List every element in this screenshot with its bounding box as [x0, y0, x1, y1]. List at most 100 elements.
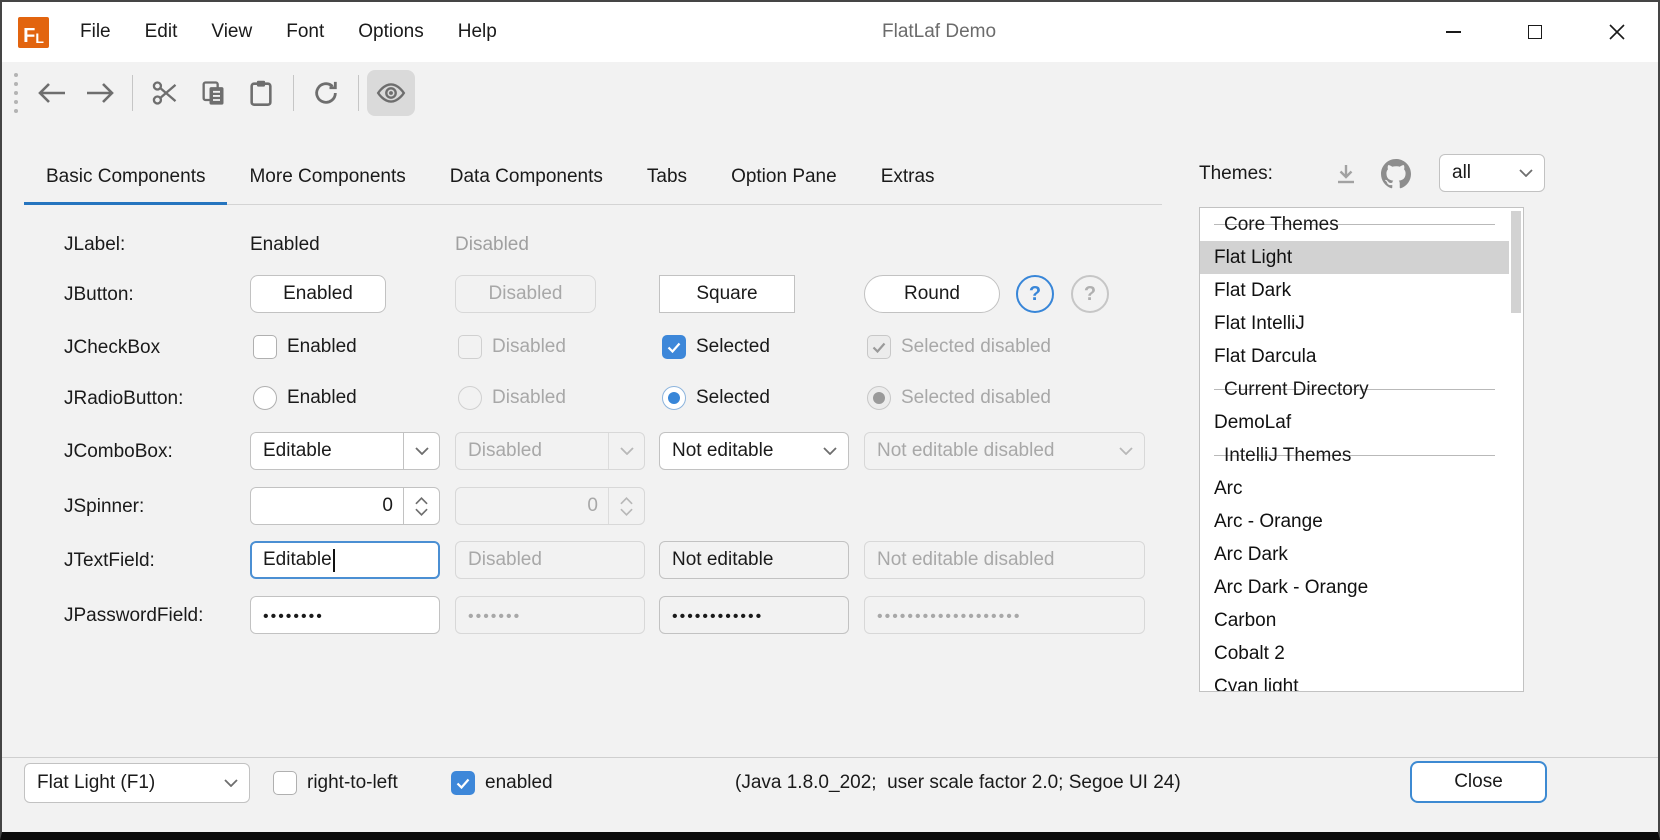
- chevron-down-icon[interactable]: [403, 433, 439, 469]
- password-dots: ••••••••: [263, 604, 324, 626]
- radio-selected-icon: [867, 386, 891, 410]
- logo-letter-f: F: [23, 24, 35, 48]
- radio-enabled[interactable]: Enabled: [253, 386, 357, 410]
- checkbox-label: Disabled: [492, 336, 566, 358]
- chevron-up-icon: [620, 497, 633, 505]
- jlabel-disabled: Disabled: [455, 234, 529, 256]
- theme-item-flat-intellij[interactable]: Flat IntelliJ: [1200, 307, 1509, 340]
- scrollbar-thumb[interactable]: [1511, 211, 1521, 313]
- square-button[interactable]: Square: [659, 275, 795, 313]
- minimize-button[interactable]: [1412, 2, 1494, 62]
- forward-button[interactable]: [76, 70, 124, 116]
- theme-item-arc-dark[interactable]: Arc Dark: [1200, 538, 1509, 571]
- refresh-icon: [312, 79, 340, 107]
- paste-clipboard-icon: [248, 79, 274, 107]
- chevron-down-icon[interactable]: [415, 508, 428, 516]
- app-window: FL File Edit View Font Options Help Flat…: [0, 0, 1660, 840]
- github-link-button[interactable]: [1380, 158, 1412, 190]
- combobox-value[interactable]: Editable: [251, 440, 403, 462]
- copy-button[interactable]: [189, 70, 237, 116]
- radio-label: Enabled: [287, 387, 357, 409]
- jtextfield-row-label: JTextField:: [64, 550, 155, 572]
- laf-combobox-value: Flat Light (F1): [25, 772, 213, 794]
- textfield-value: Not editable: [672, 549, 773, 571]
- theme-item-arc-dark-orange[interactable]: Arc Dark - Orange: [1200, 571, 1509, 604]
- menu-file[interactable]: File: [63, 2, 128, 62]
- passwordfield-editable[interactable]: ••••••••: [250, 596, 440, 634]
- combobox-value: Not editable disabled: [865, 440, 1108, 462]
- theme-item-carbon[interactable]: Carbon: [1200, 604, 1509, 637]
- checkbox-selected[interactable]: Selected: [662, 335, 770, 359]
- textfield-not-editable-disabled: Not editable disabled: [864, 541, 1145, 579]
- menu-help[interactable]: Help: [441, 2, 514, 62]
- checkbox-selected-disabled: Selected disabled: [867, 335, 1051, 359]
- show-hover-effects-toggle[interactable]: [367, 70, 415, 116]
- checkbox-checked-icon: [451, 771, 475, 795]
- checkbox-enabled[interactable]: Enabled: [253, 335, 357, 359]
- close-window-button[interactable]: [1576, 2, 1658, 62]
- password-dots: •••••••••••••••••••: [877, 604, 1021, 626]
- spinner-enabled[interactable]: 0: [250, 487, 440, 525]
- bottom-separator: [2, 757, 1658, 758]
- menu-view[interactable]: View: [194, 2, 269, 62]
- tab-tabs[interactable]: Tabs: [625, 152, 709, 204]
- menu-font[interactable]: Font: [269, 2, 341, 62]
- close-button[interactable]: Close: [1410, 761, 1547, 803]
- maximize-button[interactable]: [1494, 2, 1576, 62]
- password-dots: •••••••: [468, 604, 521, 626]
- jcheckbox-row-label: JCheckBox: [64, 337, 160, 359]
- menu-options[interactable]: Options: [341, 2, 440, 62]
- jpasswordfield-row-label: JPasswordField:: [64, 605, 203, 627]
- eye-icon: [376, 81, 406, 105]
- download-icon: [1334, 162, 1358, 186]
- combobox-editable[interactable]: Editable: [250, 432, 440, 470]
- paste-button[interactable]: [237, 70, 285, 116]
- combobox-not-editable[interactable]: Not editable: [659, 432, 849, 470]
- themes-scrollbar[interactable]: [1509, 208, 1523, 691]
- laf-combobox[interactable]: Flat Light (F1): [24, 763, 250, 803]
- forward-arrow-icon: [85, 82, 115, 104]
- radio-icon: [253, 386, 277, 410]
- cut-button[interactable]: [141, 70, 189, 116]
- theme-item-flat-darcula[interactable]: Flat Darcula: [1200, 340, 1509, 373]
- round-button[interactable]: Round: [864, 275, 1000, 313]
- spinner-buttons[interactable]: [403, 488, 439, 524]
- logo-letter-l: L: [35, 28, 44, 48]
- help-button[interactable]: ?: [1016, 275, 1054, 313]
- theme-item-flat-dark[interactable]: Flat Dark: [1200, 274, 1509, 307]
- back-button[interactable]: [28, 70, 76, 116]
- textfield-editable[interactable]: Editable: [250, 541, 440, 579]
- theme-item-flat-light[interactable]: Flat Light: [1200, 241, 1509, 274]
- spinner-value[interactable]: 0: [251, 488, 403, 524]
- tab-extras[interactable]: Extras: [859, 152, 957, 204]
- theme-group-label: Core Themes: [1224, 214, 1339, 236]
- theme-item-demolaf[interactable]: DemoLaf: [1200, 406, 1509, 439]
- cut-scissors-icon: [151, 79, 179, 107]
- chevron-up-icon[interactable]: [415, 497, 428, 505]
- theme-item-arc-orange[interactable]: Arc - Orange: [1200, 505, 1509, 538]
- textfield-disabled: Disabled: [455, 541, 645, 579]
- combobox-value: Disabled: [456, 440, 608, 462]
- right-to-left-checkbox[interactable]: right-to-left: [273, 771, 398, 795]
- radio-selected[interactable]: Selected: [662, 386, 770, 410]
- minimize-icon: [1446, 31, 1461, 33]
- menu-edit[interactable]: Edit: [128, 2, 195, 62]
- download-theme-button[interactable]: [1332, 160, 1360, 188]
- theme-group-label: IntelliJ Themes: [1224, 445, 1351, 467]
- theme-item-cyan-light[interactable]: Cyan light: [1200, 670, 1509, 692]
- tab-basic-components[interactable]: Basic Components: [24, 152, 227, 204]
- passwordfield-disabled: •••••••: [455, 596, 645, 634]
- toolbar-grip-handle[interactable]: [14, 73, 18, 113]
- enabled-checkbox[interactable]: enabled: [451, 771, 553, 795]
- theme-item-arc[interactable]: Arc: [1200, 472, 1509, 505]
- tab-data-components[interactable]: Data Components: [428, 152, 625, 204]
- theme-item-cobalt-2[interactable]: Cobalt 2: [1200, 637, 1509, 670]
- spinner-disabled: 0: [455, 487, 645, 525]
- tab-option-pane[interactable]: Option Pane: [709, 152, 859, 204]
- tab-more-components[interactable]: More Components: [227, 152, 427, 204]
- jcombobox-row-label: JComboBox:: [64, 441, 173, 463]
- textfield-value: Editable: [263, 549, 332, 571]
- enabled-button[interactable]: Enabled: [250, 275, 386, 313]
- theme-filter-combobox[interactable]: all: [1439, 154, 1545, 192]
- refresh-button[interactable]: [302, 70, 350, 116]
